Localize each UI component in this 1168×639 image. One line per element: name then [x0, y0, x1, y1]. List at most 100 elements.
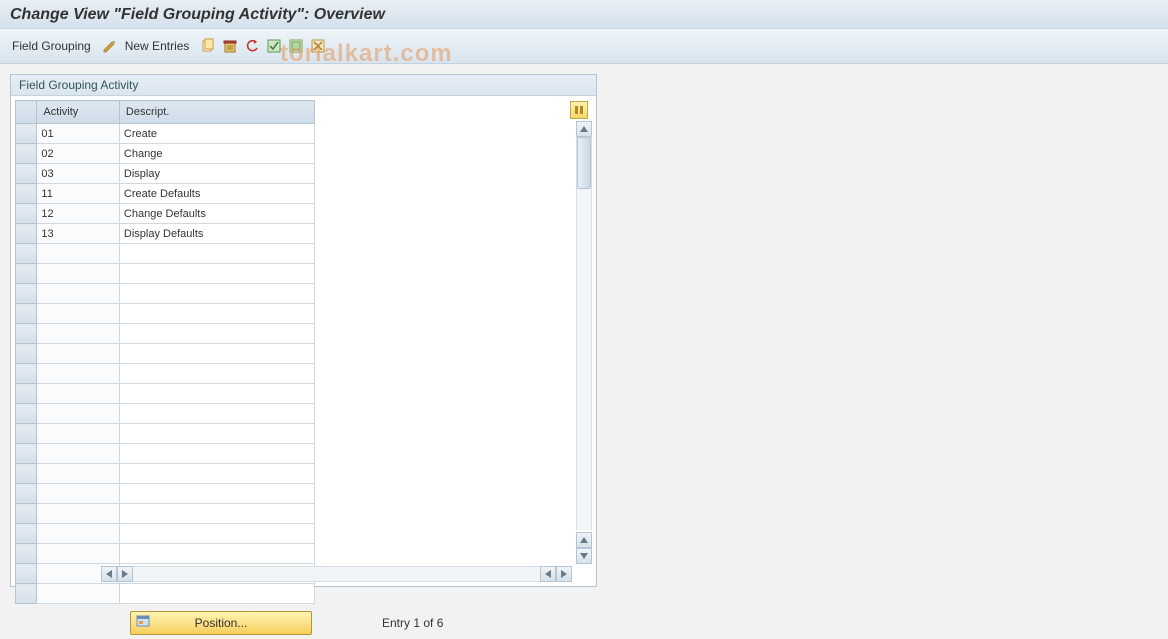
table-row[interactable]: 03Display — [16, 164, 315, 184]
descript-cell[interactable] — [119, 504, 314, 524]
row-selector[interactable] — [16, 164, 37, 184]
table-row-empty[interactable] — [16, 584, 315, 604]
descript-cell[interactable] — [119, 364, 314, 384]
table-row[interactable]: 02Change — [16, 144, 315, 164]
row-selector[interactable] — [16, 244, 37, 264]
descript-cell[interactable]: Change — [119, 144, 314, 164]
scroll-down-icon[interactable] — [576, 548, 592, 564]
table-row-empty[interactable] — [16, 344, 315, 364]
table-row-empty[interactable] — [16, 544, 315, 564]
descript-cell[interactable]: Change Defaults — [119, 204, 314, 224]
table-row-empty[interactable] — [16, 244, 315, 264]
activity-cell[interactable] — [37, 544, 120, 564]
select-block-icon[interactable] — [287, 37, 305, 55]
row-selector[interactable] — [16, 144, 37, 164]
descript-cell[interactable]: Create Defaults — [119, 184, 314, 204]
activity-cell[interactable] — [37, 404, 120, 424]
row-selector[interactable] — [16, 184, 37, 204]
activity-cell[interactable] — [37, 304, 120, 324]
activity-cell[interactable] — [37, 364, 120, 384]
row-selector[interactable] — [16, 384, 37, 404]
table-row-empty[interactable] — [16, 284, 315, 304]
delete-icon[interactable] — [221, 37, 239, 55]
row-selector[interactable] — [16, 584, 37, 604]
row-selector[interactable] — [16, 524, 37, 544]
descript-cell[interactable] — [119, 544, 314, 564]
descript-cell[interactable] — [119, 344, 314, 364]
descript-cell[interactable] — [119, 584, 314, 604]
descript-cell[interactable] — [119, 244, 314, 264]
activity-cell[interactable] — [37, 444, 120, 464]
table-row[interactable]: 11Create Defaults — [16, 184, 315, 204]
table-row-empty[interactable] — [16, 464, 315, 484]
activity-cell[interactable] — [37, 384, 120, 404]
scroll-right-step-icon[interactable] — [540, 566, 556, 582]
activity-cell[interactable] — [37, 524, 120, 544]
table-row-empty[interactable] — [16, 484, 315, 504]
scroll-up-icon[interactable] — [576, 121, 592, 137]
copy-icon[interactable] — [199, 37, 217, 55]
descript-cell[interactable] — [119, 484, 314, 504]
table-row[interactable]: 12Change Defaults — [16, 204, 315, 224]
row-selector[interactable] — [16, 444, 37, 464]
row-selector[interactable] — [16, 264, 37, 284]
descript-cell[interactable] — [119, 324, 314, 344]
descript-cell[interactable] — [119, 304, 314, 324]
table-row-empty[interactable] — [16, 324, 315, 344]
row-selector[interactable] — [16, 484, 37, 504]
select-all-icon[interactable] — [265, 37, 283, 55]
scroll-page-up-icon[interactable] — [576, 532, 592, 548]
descript-cell[interactable]: Display Defaults — [119, 224, 314, 244]
activity-cell[interactable] — [37, 464, 120, 484]
scroll-left-icon[interactable] — [101, 566, 117, 582]
activity-cell[interactable]: 03 — [37, 164, 120, 184]
table-row-empty[interactable] — [16, 524, 315, 544]
activity-cell[interactable] — [37, 284, 120, 304]
activity-cell[interactable]: 12 — [37, 204, 120, 224]
descript-cell[interactable]: Create — [119, 124, 314, 144]
col-descript[interactable]: Descript. — [119, 101, 314, 124]
descript-cell[interactable]: Display — [119, 164, 314, 184]
new-entries-button[interactable]: New Entries — [121, 39, 198, 53]
descript-cell[interactable] — [119, 444, 314, 464]
hscroll-track[interactable] — [133, 566, 540, 582]
scroll-thumb[interactable] — [577, 137, 591, 189]
activity-cell[interactable]: 11 — [37, 184, 120, 204]
descript-cell[interactable] — [119, 424, 314, 444]
activity-cell[interactable] — [37, 324, 120, 344]
scroll-left-step-icon[interactable] — [117, 566, 133, 582]
row-selector[interactable] — [16, 504, 37, 524]
scroll-track[interactable] — [576, 137, 592, 530]
descript-cell[interactable] — [119, 524, 314, 544]
row-selector[interactable] — [16, 284, 37, 304]
col-activity[interactable]: Activity — [37, 101, 120, 124]
descript-cell[interactable] — [119, 264, 314, 284]
undo-icon[interactable] — [243, 37, 261, 55]
table-row-empty[interactable] — [16, 424, 315, 444]
row-selector[interactable] — [16, 544, 37, 564]
descript-cell[interactable] — [119, 404, 314, 424]
pencil-ruler-icon[interactable] — [101, 37, 119, 55]
row-selector[interactable] — [16, 124, 37, 144]
table-row-empty[interactable] — [16, 364, 315, 384]
activity-cell[interactable] — [37, 424, 120, 444]
position-button[interactable]: Position... — [130, 611, 312, 635]
table-row-empty[interactable] — [16, 404, 315, 424]
row-selector[interactable] — [16, 464, 37, 484]
descript-cell[interactable] — [119, 384, 314, 404]
table-row[interactable]: 13Display Defaults — [16, 224, 315, 244]
table-row-empty[interactable] — [16, 504, 315, 524]
row-selector[interactable] — [16, 344, 37, 364]
row-selector[interactable] — [16, 324, 37, 344]
activity-cell[interactable] — [37, 584, 120, 604]
table-row[interactable]: 01Create — [16, 124, 315, 144]
table-row-empty[interactable] — [16, 304, 315, 324]
field-grouping-button[interactable]: Field Grouping — [8, 39, 99, 53]
row-selector[interactable] — [16, 204, 37, 224]
scroll-right-icon[interactable] — [556, 566, 572, 582]
row-selector[interactable] — [16, 224, 37, 244]
row-selector[interactable] — [16, 404, 37, 424]
activity-cell[interactable]: 02 — [37, 144, 120, 164]
activity-cell[interactable]: 13 — [37, 224, 120, 244]
activity-cell[interactable] — [37, 504, 120, 524]
